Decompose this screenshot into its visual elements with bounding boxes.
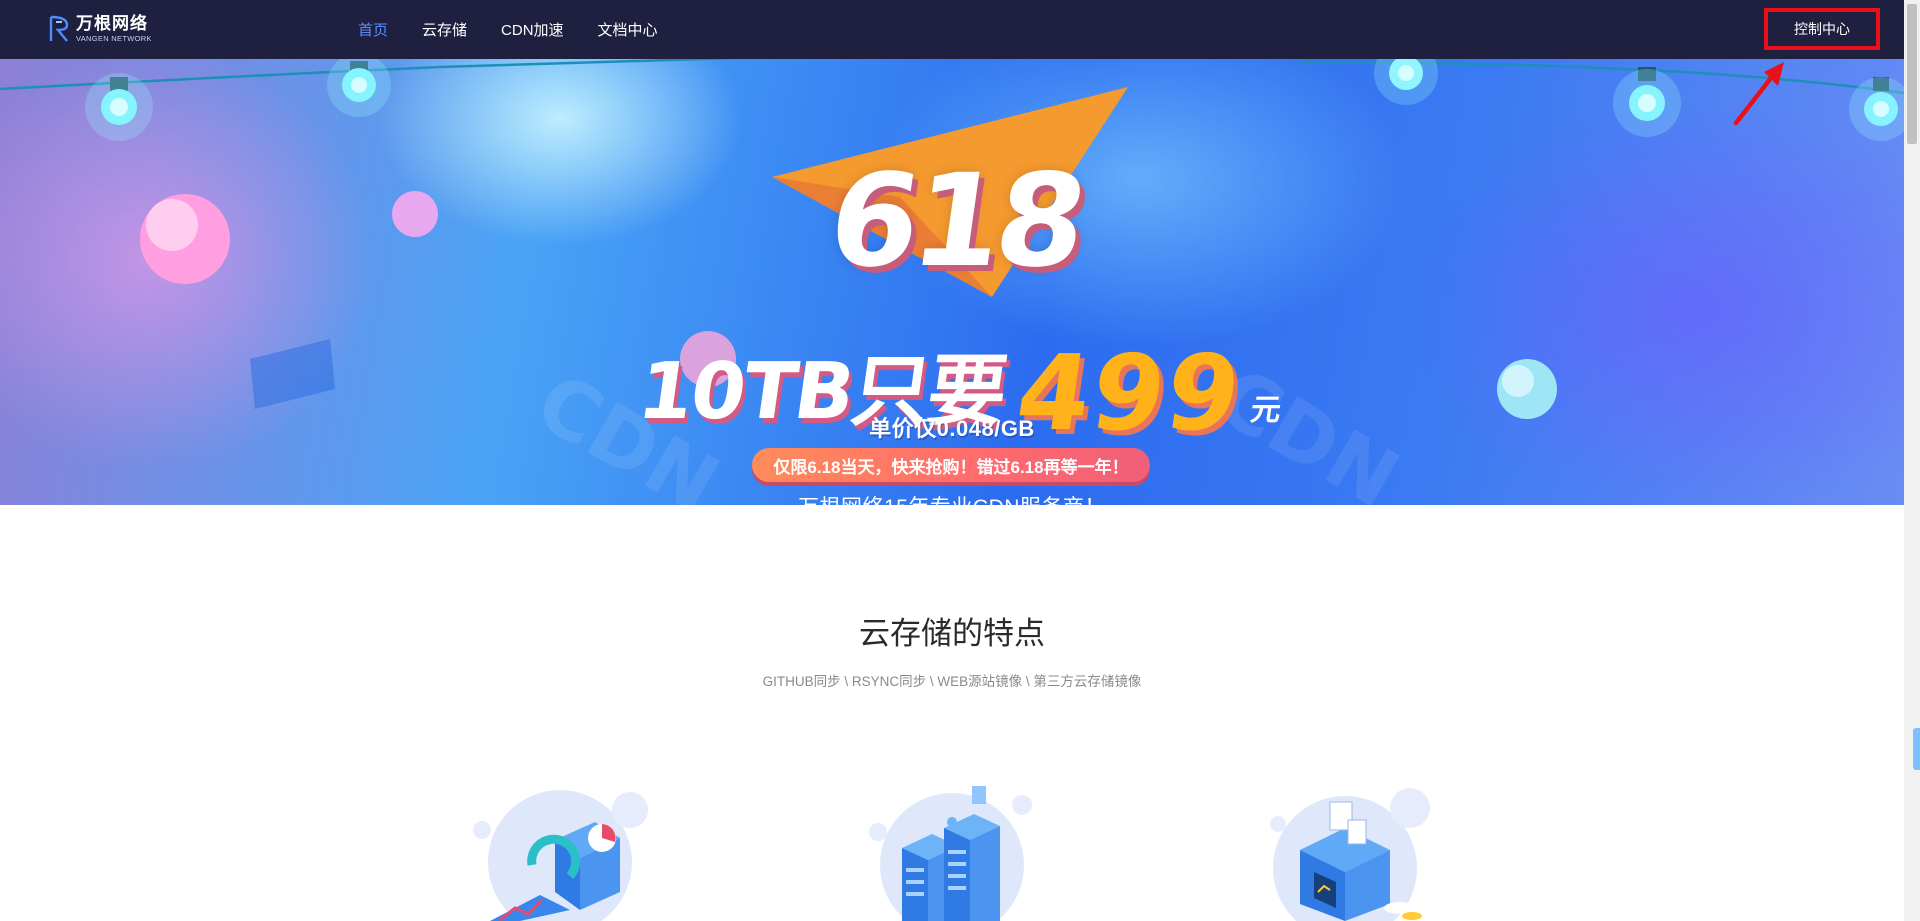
top-navbar: 万根网络 VANGEN NETWORK 首页 云存储 CDN加速 文档中心 控制… (0, 0, 1904, 59)
promo-banner[interactable]: CDN CDN 618 10TB只要 499 元 单价仅0.048/GB 仅限6… (0, 59, 1904, 505)
features-subtitle: GITHUB同步 \ RSYNC同步 \ WEB源站镜像 \ 第三方云存储镜像 (762, 674, 1142, 689)
light-bulb-icon (327, 59, 391, 117)
nav-item-cloud-storage[interactable]: 云存储 (422, 19, 467, 40)
cloud-machine-illustration-icon (1270, 788, 1430, 921)
light-bulb-icon (85, 73, 153, 141)
page-scrollbar[interactable] (1904, 0, 1920, 921)
nav-item-docs[interactable]: 文档中心 (598, 19, 658, 40)
features-title: 云存储的特点 (859, 616, 1045, 651)
logo-name: 万根网络 (76, 14, 148, 34)
banner-tagline: 万根网络15年专业CDN服务商！ (0, 491, 1904, 505)
console-center-label: 控制中心 (1794, 21, 1850, 37)
banner-event-number: 618 (819, 147, 1091, 296)
analytics-illustration-icon (473, 790, 648, 921)
main-nav: 首页 云存储 CDN加速 文档中心 (358, 0, 692, 59)
light-bulb-icon (1374, 59, 1438, 105)
site-logo[interactable]: 万根网络 VANGEN NETWORK (48, 14, 152, 44)
red-arrow-annotation-icon (1733, 62, 1784, 126)
banner-unit-price: 单价仅0.048/GB (869, 416, 1035, 441)
console-center-button[interactable]: 控制中心 (1764, 8, 1880, 50)
nav-item-cdn[interactable]: CDN加速 (501, 19, 564, 40)
scrollbar-thumb[interactable] (1907, 4, 1917, 144)
logo-mark-icon (49, 15, 69, 42)
side-float-tab[interactable] (1913, 728, 1920, 770)
banner-promo-pill: 仅限6.18当天，快来抢购！错过6.18再等一年！ (752, 448, 1150, 482)
light-bulb-icon (1613, 67, 1681, 137)
logo-subtitle: VANGEN NETWORK (76, 34, 152, 44)
nav-item-home[interactable]: 首页 (358, 19, 388, 40)
server-rack-illustration-icon (869, 786, 1032, 921)
